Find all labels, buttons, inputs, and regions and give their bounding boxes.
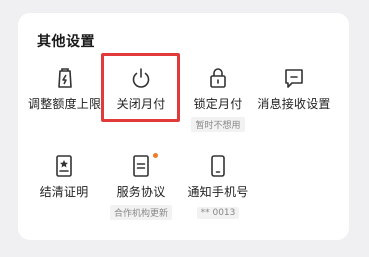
message-settings-item[interactable]: 消息接收设置 [249, 66, 339, 112]
phone-number-tag: ** 0013 [196, 207, 240, 219]
message-icon [285, 69, 303, 88]
document-icon [133, 155, 149, 177]
notify-phone-item[interactable]: 通知手机号 ** 0013 [173, 154, 263, 219]
notification-badge-dot [153, 153, 158, 158]
lock-status-tag: 暂时不想用 [191, 117, 245, 132]
lightning-bag-icon [58, 68, 72, 88]
certificate-icon [56, 155, 72, 177]
lock-icon [210, 68, 226, 88]
notify-phone-label: 通知手机号 [187, 185, 249, 199]
phone-icon [211, 155, 225, 177]
highlight-box [101, 53, 180, 122]
message-settings-label: 消息接收设置 [257, 97, 331, 111]
section-title: 其他设置 [37, 34, 95, 50]
agreement-update-tag: 合作机构更新 [109, 205, 172, 220]
